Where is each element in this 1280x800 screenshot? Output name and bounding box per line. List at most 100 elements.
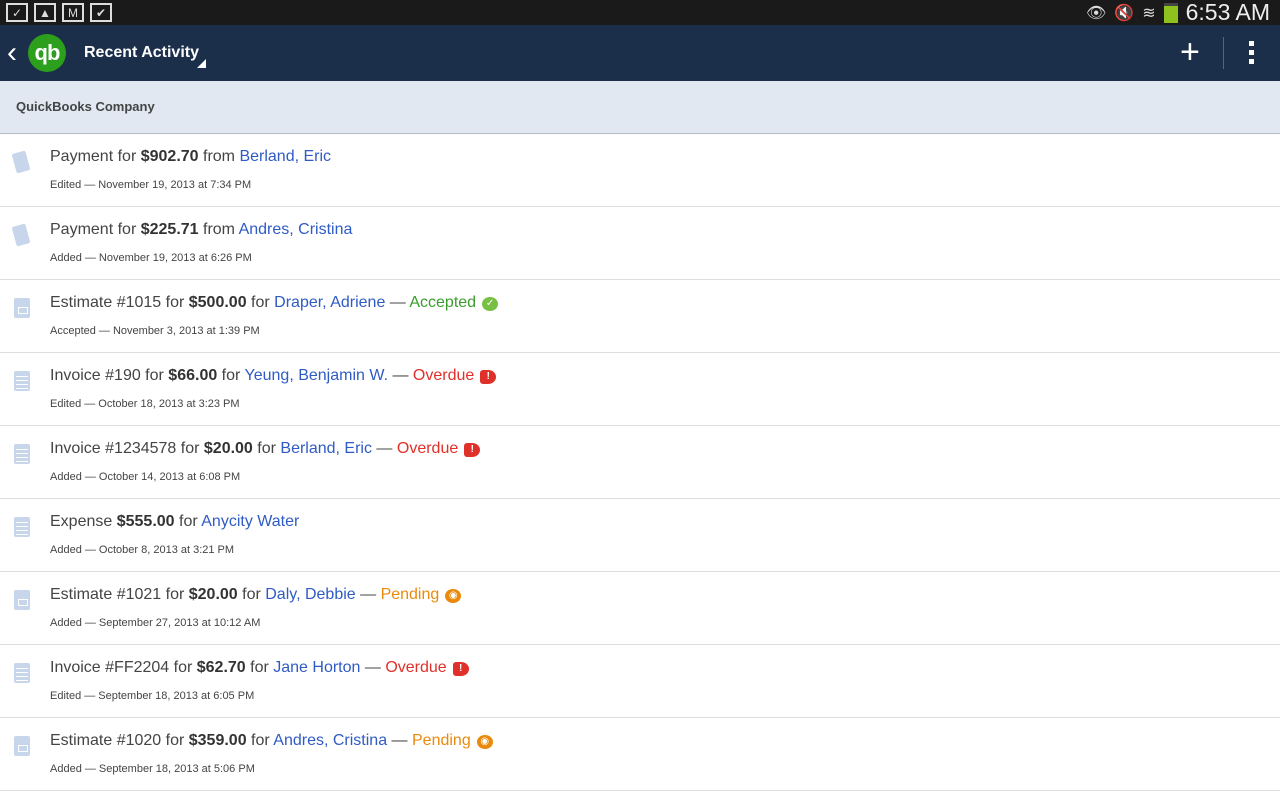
activity-item[interactable]: Expense $555.00 for Anycity Water Added —… (0, 499, 1280, 572)
activity-detail: Added — September 27, 2013 at 10:12 AM (50, 617, 261, 629)
connector-text: for (245, 659, 274, 676)
wifi-icon: ≋ (1142, 4, 1156, 22)
status-label: Pending (412, 732, 471, 749)
connector-text: for (252, 440, 281, 457)
activity-item[interactable]: Estimate #1021 for $20.00 for Daly, Debb… (0, 572, 1280, 645)
overflow-menu-icon[interactable] (1249, 41, 1254, 64)
activity-detail: Edited — October 18, 2013 at 3:23 PM (50, 398, 240, 410)
connector-text: for (174, 513, 202, 530)
activity-item[interactable]: Invoice #190 for $66.00 for Yeung, Benja… (0, 353, 1280, 426)
shopping-bag-icon: ✔ (90, 3, 112, 22)
pending-status-icon: ◉ (445, 589, 462, 603)
activity-type: Invoice #FF2204 (50, 659, 170, 676)
status-label: Overdue (385, 659, 447, 676)
activity-detail: Edited — November 19, 2013 at 7:34 PM (50, 179, 252, 191)
overdue-status-icon: ! (480, 370, 497, 384)
activity-detail: Added — November 19, 2013 at 6:26 PM (50, 252, 252, 264)
clock: 6:53 AM (1185, 0, 1270, 25)
status-label: Overdue (396, 440, 459, 457)
activity-item[interactable]: Payment for $902.70 from Berland, Eric Ed… (0, 134, 1280, 207)
mute-icon: 🔇 (1114, 4, 1135, 22)
customer-link[interactable]: Berland, Eric (239, 148, 331, 165)
customer-link[interactable]: Andres, Cristina (273, 732, 387, 749)
overdue-status-icon: ! (464, 443, 481, 457)
activity-summary: Estimate #1021 for $20.00 for Daly, Debb… (50, 586, 462, 604)
activity-type: Invoice #190 (50, 367, 141, 384)
customer-link[interactable]: Draper, Adriene (274, 294, 385, 311)
company-header: QuickBooks Company (0, 81, 1280, 134)
payment-icon (11, 150, 31, 174)
battery-icon (1163, 2, 1178, 23)
activity-summary: Expense $555.00 for Anycity Water (50, 513, 299, 531)
estimate-icon (14, 590, 30, 610)
amount: $62.70 (196, 659, 246, 676)
activity-summary: Estimate #1020 for $359.00 for Andres, C… (50, 732, 493, 750)
pending-status-icon: ◉ (476, 735, 493, 749)
activity-list[interactable]: Payment for $902.70 from Berland, Eric Ed… (0, 134, 1280, 791)
activity-type: Estimate #1020 (50, 732, 162, 749)
connector-text: for (217, 367, 245, 384)
invoice-icon (14, 517, 30, 537)
connector-text: for (161, 294, 189, 311)
amount: $66.00 (168, 367, 218, 384)
activity-type: Invoice #1234578 (50, 440, 177, 457)
amount: $225.71 (140, 221, 199, 238)
activity-detail: Added — September 18, 2013 at 5:06 PM (50, 763, 255, 775)
accepted-status-icon: ✓ (482, 297, 499, 311)
connector-text: for (117, 221, 141, 238)
screen-check-icon: ✓ (6, 3, 28, 22)
connector-text: for (176, 440, 204, 457)
back-chevron-icon[interactable]: ‹ (7, 36, 21, 70)
view-selector[interactable]: Recent Activity (84, 44, 199, 62)
invoice-icon (14, 444, 30, 464)
customer-link[interactable]: Daly, Debbie (265, 586, 355, 603)
activity-type: Payment (50, 221, 118, 238)
activity-summary: Invoice #1234578 for $20.00 for Berland,… (50, 440, 481, 458)
connector-text: for (161, 586, 189, 603)
activity-detail: Added — October 14, 2013 at 6:08 PM (50, 471, 241, 483)
activity-item[interactable]: Invoice #FF2204 for $62.70 for Jane Hort… (0, 645, 1280, 718)
connector-text: for (117, 148, 141, 165)
connector-text: for (140, 367, 169, 384)
customer-link[interactable]: Anycity Water (201, 513, 299, 530)
activity-summary: Payment for $225.71 from Andres, Cristin… (50, 221, 352, 239)
overdue-status-icon: ! (452, 662, 469, 676)
payment-icon (11, 223, 31, 247)
amount: $500.00 (188, 294, 247, 311)
activity-item[interactable]: Invoice #1234578 for $20.00 for Berland,… (0, 426, 1280, 499)
gmail-icon: M (62, 3, 84, 22)
connector-text: from (198, 221, 239, 238)
eye-icon: 👁 (1085, 4, 1107, 22)
activity-item[interactable]: Estimate #1015 for $500.00 for Draper, A… (0, 280, 1280, 353)
add-icon[interactable]: + (1180, 35, 1200, 69)
activity-item[interactable]: Estimate #1020 for $359.00 for Andres, C… (0, 718, 1280, 791)
divider (1223, 37, 1224, 69)
activity-type: Estimate #1015 (50, 294, 162, 311)
invoice-icon (14, 371, 30, 391)
activity-type: Payment (50, 148, 118, 165)
estimate-icon (14, 298, 30, 318)
activity-summary: Payment for $902.70 from Berland, Eric (50, 148, 331, 166)
customer-link[interactable]: Yeung, Benjamin W. (245, 367, 389, 384)
activity-type: Estimate #1021 (50, 586, 162, 603)
activity-summary: Estimate #1015 for $500.00 for Draper, A… (50, 294, 499, 312)
amount: $20.00 (188, 586, 238, 603)
connector-text: for (246, 294, 275, 311)
app-bar: ‹ qb Recent Activity + (0, 25, 1280, 81)
connector-text: for (161, 732, 189, 749)
quickbooks-logo[interactable]: qb (28, 34, 66, 72)
customer-link[interactable]: Andres, Cristina (239, 221, 353, 238)
status-label: Accepted (409, 294, 477, 311)
activity-summary: Invoice #FF2204 for $62.70 for Jane Hort… (50, 659, 469, 677)
customer-link[interactable]: Jane Horton (273, 659, 360, 676)
dropdown-caret-icon[interactable] (197, 59, 206, 68)
activity-type: Expense (50, 513, 117, 530)
amount: $359.00 (188, 732, 247, 749)
customer-link[interactable]: Berland, Eric (280, 440, 372, 457)
activity-detail: Accepted — November 3, 2013 at 1:39 PM (50, 325, 260, 337)
connector-text: from (198, 148, 240, 165)
estimate-icon (14, 736, 30, 756)
status-label: Pending (380, 586, 440, 603)
activity-item[interactable]: Payment for $225.71 from Andres, Cristin… (0, 207, 1280, 280)
amount: $555.00 (116, 513, 175, 530)
